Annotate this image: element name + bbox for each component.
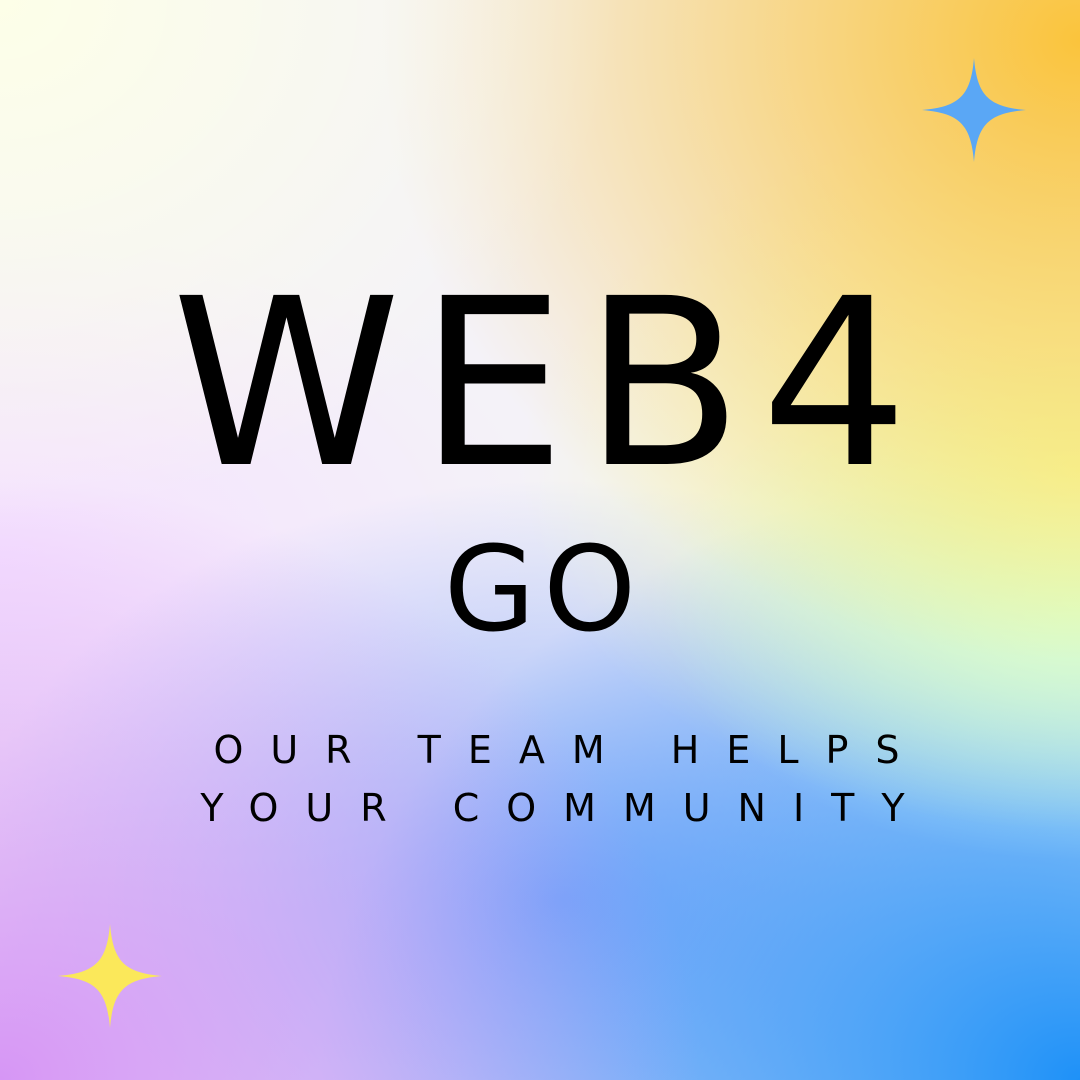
tagline-line-2: YOUR COMMUNITY — [200, 786, 932, 830]
page-title: WEB4 — [171, 249, 927, 519]
page-subtitle: GO — [443, 520, 645, 658]
tagline-line-1: OUR TEAM HELPS — [213, 728, 927, 772]
yellow-sparkle-icon — [58, 924, 162, 1028]
poster-canvas: WEB4 GO OUR TEAM HELPS YOUR COMMUNITY — [0, 0, 1080, 1080]
blue-sparkle-icon — [922, 58, 1026, 162]
